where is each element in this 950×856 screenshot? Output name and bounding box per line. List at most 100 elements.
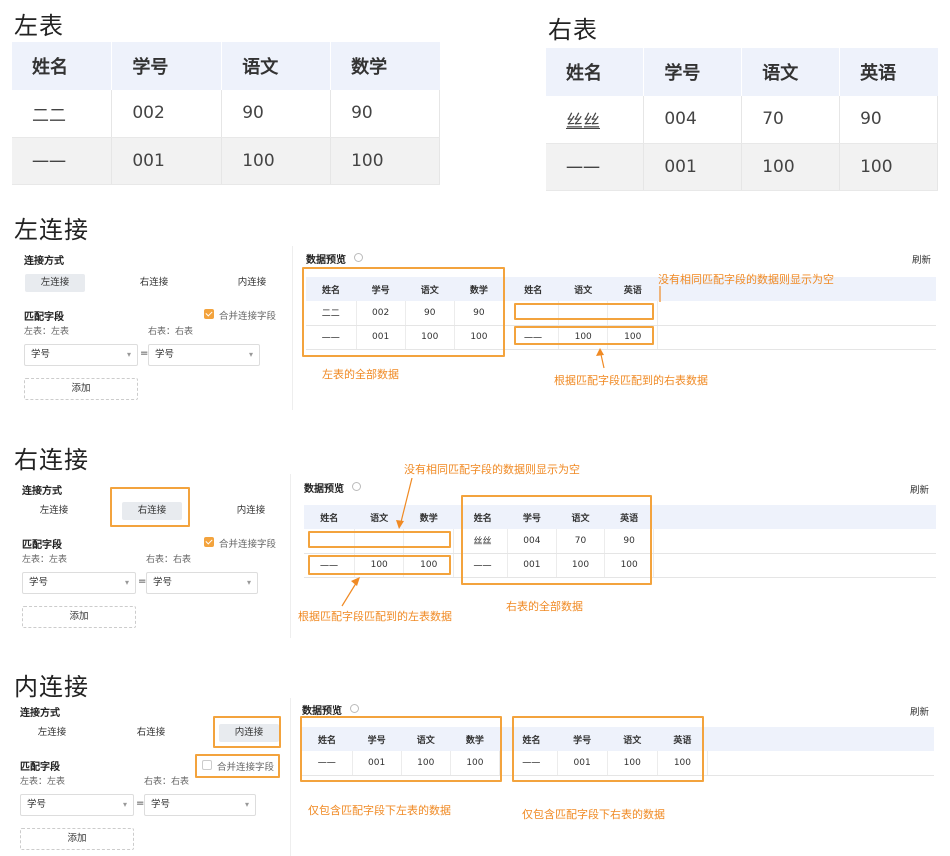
annotation-left-only: 仅包含匹配字段下左表的数据: [308, 804, 451, 817]
left-side-label: 左表：左表: [24, 327, 70, 337]
annotation-right-only: 仅包含匹配字段下右表的数据: [522, 808, 665, 821]
chevron-down-icon: ▾: [244, 800, 249, 809]
table-cell: 100: [839, 143, 938, 191]
table-cell: 90: [839, 96, 938, 144]
merge-field-checkbox[interactable]: [204, 537, 214, 547]
table-cell: 70: [741, 96, 841, 144]
right-field-select[interactable]: 学号 ▾: [148, 344, 260, 366]
select-value: 学号: [151, 799, 171, 810]
panel-divider: [290, 474, 291, 638]
annotation-matched: 根据匹配字段匹配到的右表数据: [554, 374, 708, 387]
column-header: 语文: [354, 505, 404, 529]
column-header: 姓名: [12, 42, 112, 90]
help-icon: [354, 253, 363, 262]
preview-title: 数据预览: [306, 255, 346, 266]
left-join-option[interactable]: 左连接: [24, 502, 84, 520]
table-row: 丝丝 004 70 90: [546, 96, 938, 144]
merge-field-label: 合并连接字段: [219, 539, 277, 550]
annotation-left-all: 左表的全部数据: [322, 368, 399, 381]
preview-title: 数据预览: [304, 484, 344, 495]
table-header-row: 姓名 学号 语文 英语: [546, 48, 938, 96]
right-field-select[interactable]: 学号 ▾: [144, 794, 256, 816]
merge-field-checkbox[interactable]: [204, 309, 214, 319]
join-mode-label: 连接方式: [20, 708, 60, 719]
table-cell: 100: [330, 137, 440, 185]
annotation-empty: 没有相同匹配字段的数据则显示为空: [658, 273, 834, 286]
column-header: 姓名: [546, 48, 644, 96]
add-button[interactable]: 添加: [22, 606, 136, 628]
right-field-select[interactable]: 学号 ▾: [146, 572, 258, 594]
select-value: 学号: [153, 577, 173, 588]
table-header-row: 姓名 语文 英语: [508, 277, 658, 301]
inner-join-option[interactable]: 内连接: [221, 502, 281, 520]
highlight-box: [514, 326, 654, 345]
panel-divider: [292, 246, 293, 410]
highlight-box: [308, 531, 451, 548]
table-cell: 丝丝: [546, 96, 645, 144]
refresh-button[interactable]: 刷新: [912, 252, 931, 266]
join-mode-label: 连接方式: [24, 256, 64, 267]
highlight-box: [110, 487, 190, 527]
add-button[interactable]: 添加: [24, 378, 138, 400]
right-source-table: 姓名 学号 语文 英语 丝丝 004 70 90 一一 001 100 100: [546, 48, 938, 191]
column-header: 语文: [221, 42, 331, 90]
table-header-row: 姓名 学号 语文 数学: [12, 42, 440, 90]
right-side-label: 右表：右表: [144, 777, 190, 787]
table-cell: 100: [741, 143, 841, 191]
column-header: 数学: [403, 505, 454, 529]
table-cell: 004: [643, 96, 743, 144]
right-side-label: 右表：右表: [148, 327, 194, 337]
left-field-select[interactable]: 学号 ▾: [22, 572, 136, 594]
match-field-label: 匹配字段: [24, 312, 64, 323]
column-header: 姓名: [508, 277, 559, 301]
chevron-down-icon: ▾: [126, 350, 131, 359]
table-row: 一一 001 100 100: [546, 143, 938, 191]
left-side-label: 左表：左表: [22, 555, 68, 565]
join-mode-label: 连接方式: [22, 486, 62, 497]
column-header: 数学: [330, 42, 440, 90]
right-table-heading: 右表: [548, 16, 598, 44]
left-field-select[interactable]: 学号 ▾: [20, 794, 134, 816]
highlight-box: [461, 495, 652, 585]
table-cell: 90: [221, 90, 332, 138]
table-header-row: 姓名 语文 数学: [304, 505, 454, 529]
left-field-select[interactable]: 学号 ▾: [24, 344, 138, 366]
table-cell: 一一: [546, 143, 645, 191]
help-icon: [350, 704, 359, 713]
preview-title: 数据预览: [302, 706, 342, 717]
highlight-box: [213, 716, 281, 748]
chevron-down-icon: ▾: [246, 578, 251, 587]
right-join-option[interactable]: 右连接: [121, 724, 181, 742]
select-value: 学号: [31, 349, 51, 360]
highlight-box: [300, 716, 502, 782]
highlight-box: [308, 555, 451, 575]
merge-field-label: 合并连接字段: [219, 311, 277, 322]
table-row: 二二 002 90 90: [12, 90, 440, 138]
refresh-button[interactable]: 刷新: [910, 704, 929, 718]
refresh-button[interactable]: 刷新: [910, 482, 929, 496]
annotation-right-all: 右表的全部数据: [506, 600, 583, 613]
highlight-box: [195, 754, 280, 778]
table-cell: 100: [221, 137, 332, 185]
select-value: 学号: [29, 577, 49, 588]
left-table-heading: 左表: [14, 12, 64, 40]
chevron-down-icon: ▾: [124, 578, 129, 587]
match-field-label: 匹配字段: [20, 762, 60, 773]
table-row: 一一 001 100 100: [12, 137, 440, 185]
highlight-box: [302, 267, 505, 357]
table-cell: 002: [111, 90, 223, 138]
select-value: 学号: [27, 799, 47, 810]
table-cell: 二二: [12, 90, 113, 138]
left-join-option[interactable]: 左连接: [25, 274, 85, 292]
right-join-option[interactable]: 右连接: [124, 274, 184, 292]
panel-divider: [290, 698, 291, 856]
left-join-heading: 左连接: [14, 216, 89, 244]
inner-join-option[interactable]: 内连接: [222, 274, 282, 292]
table-cell: 001: [643, 143, 743, 191]
add-button[interactable]: 添加: [20, 828, 134, 850]
match-field-label: 匹配字段: [22, 540, 62, 551]
inner-join-heading: 内连接: [14, 673, 89, 701]
left-join-option[interactable]: 左连接: [22, 724, 82, 742]
chevron-down-icon: ▾: [122, 800, 127, 809]
help-icon: [352, 482, 361, 491]
